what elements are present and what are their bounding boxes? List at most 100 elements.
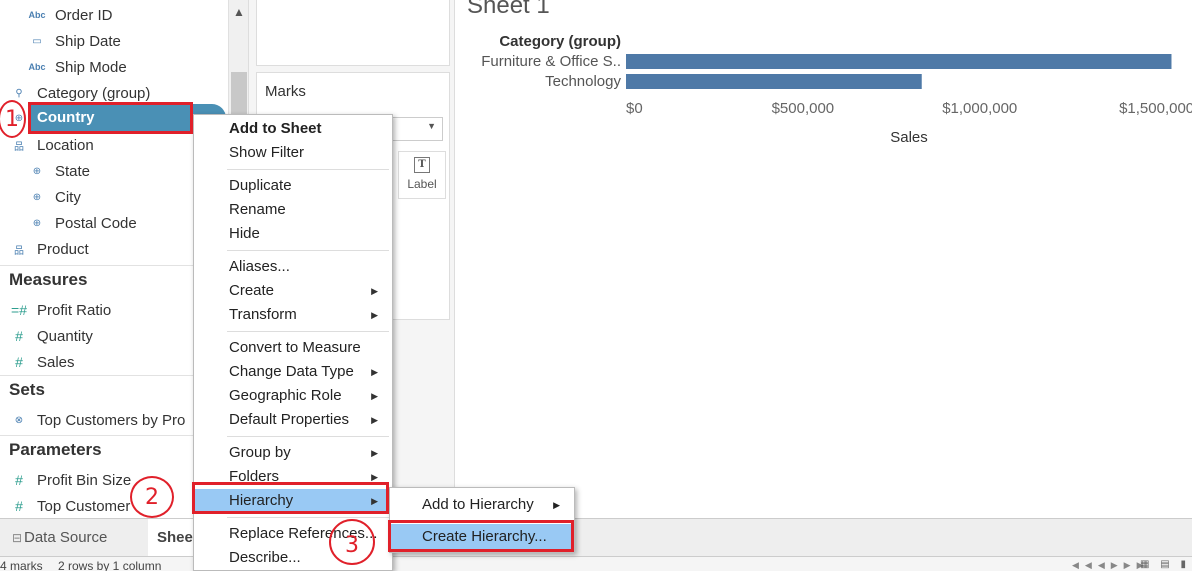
tab-data-source-label: Data Source <box>24 529 108 546</box>
x-tick-label: $500,000 <box>772 100 835 117</box>
measure-icon: # <box>15 354 23 370</box>
menu-item-create[interactable]: Create ▶ <box>194 279 392 303</box>
calculated-measure-icon: =# <box>11 302 27 318</box>
menu-separator <box>227 436 389 437</box>
menu-item-group-by[interactable]: Group by ▶ <box>194 441 392 465</box>
field-label: Quantity <box>37 327 93 345</box>
menu-separator <box>227 250 389 251</box>
submenu-arrow-icon: ▶ <box>371 367 378 377</box>
annotation-step-2: 2 <box>130 476 174 518</box>
menu-item-default-properties[interactable]: Default Properties ▶ <box>194 408 392 432</box>
label-button[interactable]: T Label <box>398 151 446 199</box>
abc-string-icon: Abc <box>28 62 46 72</box>
menu-item-show-filter[interactable]: Show Filter <box>194 141 392 165</box>
menu-item-geographic-role[interactable]: Geographic Role ▶ <box>194 384 392 408</box>
menu-item-label: Add to Sheet <box>229 120 322 137</box>
menu-item-add-to-sheet[interactable]: Add to Sheet <box>194 117 392 141</box>
field-label: Location <box>37 136 94 154</box>
field-label: City <box>55 188 81 206</box>
field-label: Postal Code <box>55 214 137 232</box>
field-ship-mode[interactable]: Abc Ship Mode <box>28 55 127 79</box>
worksheet-view: Sheet 1 Category (group) Furniture & Offi… <box>456 0 1192 518</box>
sheet-tabs-bar: ⊟Data Source Sheet 1 <box>0 518 1192 557</box>
field-top-customers-set[interactable]: ⊗ Top Customers by Pro <box>10 408 186 432</box>
submenu-item-add-to-hierarchy[interactable]: Add to Hierarchy ▶ <box>390 492 574 518</box>
annotation-box-hierarchy <box>192 482 389 514</box>
menu-item-label: Transform <box>229 306 297 323</box>
scroll-up-icon[interactable]: ▲ <box>229 0 248 24</box>
measure-icon: # <box>15 328 23 344</box>
field-label: Ship Date <box>55 32 121 50</box>
x-tick-label: $1,000,000 <box>942 100 1017 117</box>
paperclip-icon: ⚲ <box>15 87 23 99</box>
field-top-customer-param[interactable]: # Top Customer <box>10 494 130 518</box>
parameter-icon: # <box>15 472 23 488</box>
menu-item-label: Aliases... <box>229 258 290 275</box>
measures-heading: Measures <box>9 270 88 289</box>
field-label: Ship Mode <box>55 58 127 76</box>
annotation-step-3: 3 <box>329 519 375 565</box>
menu-item-convert-to-measure[interactable]: Convert to Measure <box>194 336 392 360</box>
menu-separator <box>227 331 389 332</box>
field-city[interactable]: ⊕ City <box>28 185 81 209</box>
globe-icon: ⊕ <box>32 191 42 203</box>
menu-item-label: Convert to Measure <box>229 339 361 356</box>
menu-item-aliases[interactable]: Aliases... <box>194 255 392 279</box>
field-ship-date[interactable]: ▭ Ship Date <box>28 29 121 53</box>
field-sales[interactable]: # Sales <box>10 350 75 374</box>
pages-card[interactable] <box>256 0 450 66</box>
field-location[interactable]: 品 Location <box>10 133 94 157</box>
view-mode-icons[interactable]: ▦ ▤ ▮ <box>1140 559 1190 570</box>
annotation-box-create-hierarchy <box>388 520 574 552</box>
field-quantity[interactable]: # Quantity <box>10 324 93 348</box>
field-label: Profit Ratio <box>37 301 112 319</box>
field-state[interactable]: ⊕ State <box>28 159 90 183</box>
set-icon: ⊗ <box>14 414 24 426</box>
calendar-icon: ▭ <box>32 35 42 47</box>
menu-item-rename[interactable]: Rename <box>194 198 392 222</box>
sheet-nav-arrows-icon[interactable]: ◀◀◀▶▶▶ <box>1072 560 1150 571</box>
status-bar: 4 marks 2 rows by 1 column ◀◀◀▶▶▶ ▦ ▤ ▮ <box>0 556 1192 571</box>
tab-data-source[interactable]: ⊟ Data Source <box>0 519 148 557</box>
menu-item-transform[interactable]: Transform ▶ <box>194 303 392 327</box>
menu-item-hide[interactable]: Hide <box>194 222 392 246</box>
field-label: Product <box>37 240 89 258</box>
menu-item-label: Show Filter <box>229 144 305 161</box>
hierarchy-icon: 品 <box>14 245 24 257</box>
category-label: Technology <box>545 73 621 90</box>
status-rows-cols: 2 rows by 1 column <box>58 559 162 571</box>
text-label-icon: T <box>414 157 430 173</box>
tab-sheet-1[interactable]: Sheet 1 <box>148 519 194 557</box>
field-label: Category (group) <box>37 84 151 102</box>
menu-item-label: Group by <box>229 444 291 461</box>
field-label: Top Customer <box>37 497 131 515</box>
submenu-arrow-icon: ▶ <box>371 286 378 296</box>
submenu-arrow-icon: ▶ <box>371 391 378 401</box>
field-profit-bin-size[interactable]: # Profit Bin Size <box>10 468 131 492</box>
field-profit-ratio[interactable]: =# Profit Ratio <box>10 298 111 322</box>
submenu-arrow-icon: ▶ <box>553 500 560 510</box>
chevron-down-icon: ▼ <box>427 121 436 131</box>
field-order-id[interactable]: Abc Order ID <box>28 3 112 27</box>
row-header-category-group: Category (group) <box>499 33 621 50</box>
menu-item-label: Create <box>229 282 275 299</box>
parameters-heading: Parameters <box>9 440 102 459</box>
sets-heading: Sets <box>9 380 45 399</box>
x-tick-label: $1,500,000 <box>1119 100 1192 117</box>
bar-chart: Category (group) Furniture & Office S.. Te… <box>481 33 1192 146</box>
abc-string-icon: Abc <box>28 10 46 20</box>
menu-item-label: Rename <box>229 201 286 218</box>
field-postal-code[interactable]: ⊕ Postal Code <box>28 211 137 235</box>
label-button-text: Label <box>407 177 437 191</box>
hierarchy-icon: 品 <box>14 141 24 153</box>
field-label: Top Customers by Pro <box>37 411 186 429</box>
field-product[interactable]: 品 Product <box>10 237 89 261</box>
menu-item-change-data-type[interactable]: Change Data Type ▶ <box>194 360 392 384</box>
parameter-icon: # <box>15 498 23 514</box>
menu-item-label: Change Data Type <box>229 363 354 380</box>
menu-item-duplicate[interactable]: Duplicate <box>194 174 392 198</box>
menu-item-label: Describe... <box>229 549 301 566</box>
x-axis-title: Sales <box>890 129 928 146</box>
field-label: Sales <box>37 353 75 371</box>
field-label: State <box>55 162 91 180</box>
